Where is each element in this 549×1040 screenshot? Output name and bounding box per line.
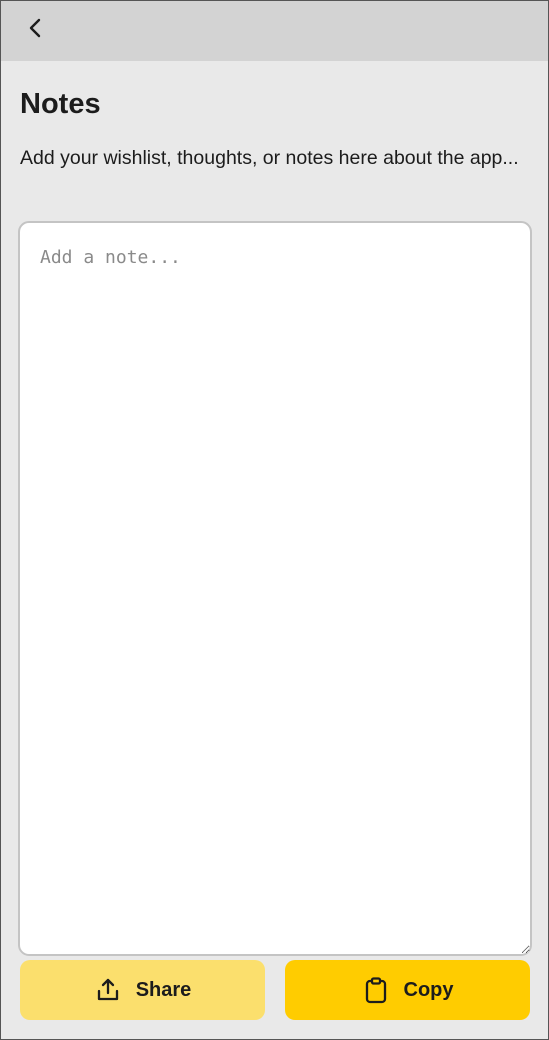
back-button[interactable] — [20, 14, 52, 46]
clipboard-icon — [362, 976, 390, 1004]
share-upload-icon — [94, 976, 122, 1004]
page-title: Notes — [20, 88, 101, 120]
chevron-left-icon — [26, 16, 46, 45]
page-description: Add your wishlist, thoughts, or notes he… — [20, 147, 519, 169]
top-app-bar — [0, 0, 549, 61]
share-button[interactable]: Share — [20, 960, 265, 1020]
note-textarea[interactable] — [18, 221, 532, 956]
copy-button-label: Copy — [403, 978, 454, 1001]
share-button-label: Share — [135, 978, 192, 1001]
copy-button[interactable]: Copy — [285, 960, 530, 1020]
